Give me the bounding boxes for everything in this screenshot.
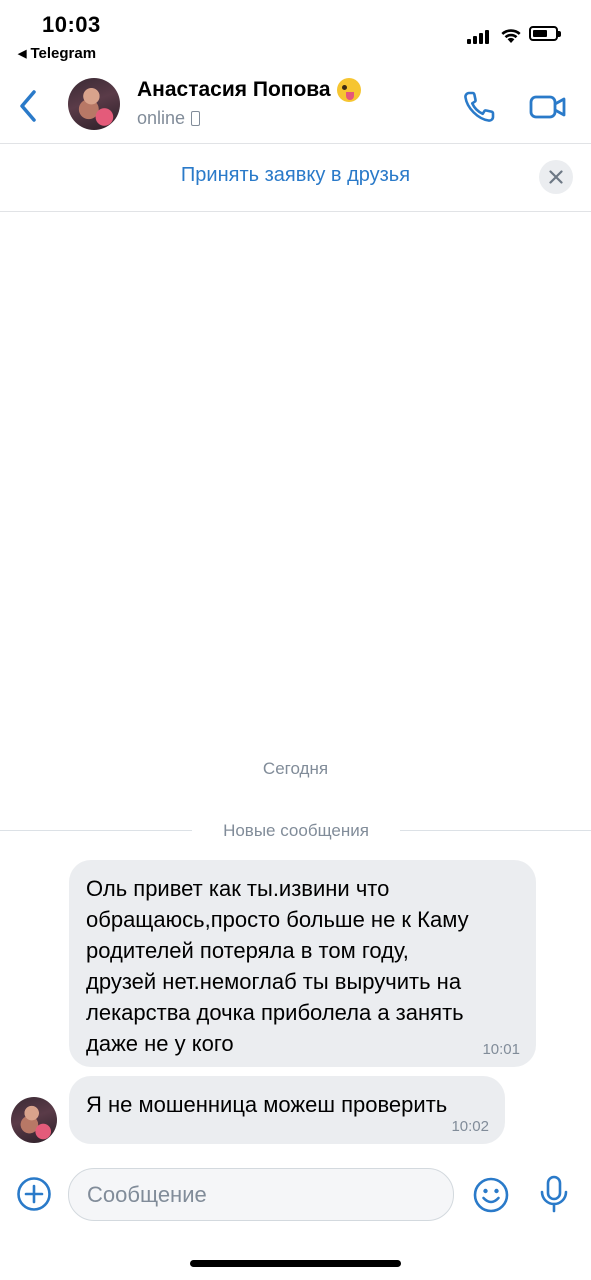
battery-icon bbox=[529, 26, 561, 41]
message-input[interactable] bbox=[69, 1169, 453, 1220]
cellular-signal-icon bbox=[467, 28, 489, 44]
dismiss-friend-request-button[interactable] bbox=[539, 160, 573, 194]
presence-status: online bbox=[137, 108, 201, 129]
close-icon bbox=[549, 170, 563, 184]
contact-name-text: Анастасия Попова bbox=[137, 78, 331, 101]
phone-call-icon[interactable] bbox=[460, 88, 498, 126]
mobile-device-icon bbox=[191, 111, 201, 126]
home-indicator[interactable] bbox=[190, 1260, 401, 1267]
microphone-icon[interactable] bbox=[537, 1174, 571, 1214]
message-bubble[interactable]: Я не мошенница можеш проверить 10:02 bbox=[69, 1076, 505, 1144]
message-input-container[interactable] bbox=[68, 1168, 454, 1221]
header-divider bbox=[0, 143, 591, 144]
new-messages-line-right bbox=[400, 830, 591, 831]
message-time: 10:01 bbox=[482, 1041, 520, 1058]
emoji-smile-icon[interactable] bbox=[472, 1176, 510, 1214]
video-call-icon[interactable] bbox=[528, 90, 568, 124]
sender-avatar[interactable] bbox=[11, 1097, 57, 1143]
presence-text: online bbox=[137, 108, 186, 128]
new-messages-label: Новые сообщения bbox=[223, 821, 369, 840]
attach-plus-icon[interactable] bbox=[16, 1176, 52, 1212]
contact-name[interactable]: Анастасия Попова bbox=[137, 78, 361, 102]
new-messages-line-left bbox=[0, 830, 192, 831]
back-chevron-icon[interactable] bbox=[12, 86, 48, 126]
contact-avatar[interactable] bbox=[68, 78, 120, 130]
accept-friend-request-button[interactable]: Принять заявку в друзья bbox=[0, 164, 591, 187]
wifi-icon bbox=[501, 29, 521, 43]
back-app-label: Telegram bbox=[30, 45, 97, 62]
status-time: 10:03 bbox=[42, 12, 101, 37]
message-text: Я не мошенница можеш проверить bbox=[86, 1092, 448, 1117]
message-bubble[interactable]: Оль привет как ты.извини что обращаюсь,п… bbox=[69, 860, 536, 1067]
message-time: 10:02 bbox=[451, 1118, 489, 1135]
back-to-app-link[interactable]: ◀ Telegram bbox=[18, 45, 96, 62]
request-divider bbox=[0, 211, 591, 212]
back-triangle-icon: ◀ bbox=[18, 48, 27, 60]
tongue-out-face-icon bbox=[336, 78, 361, 102]
message-text: Оль привет как ты.извини что обращаюсь,п… bbox=[86, 876, 469, 1056]
date-separator: Сегодня bbox=[262, 759, 329, 778]
